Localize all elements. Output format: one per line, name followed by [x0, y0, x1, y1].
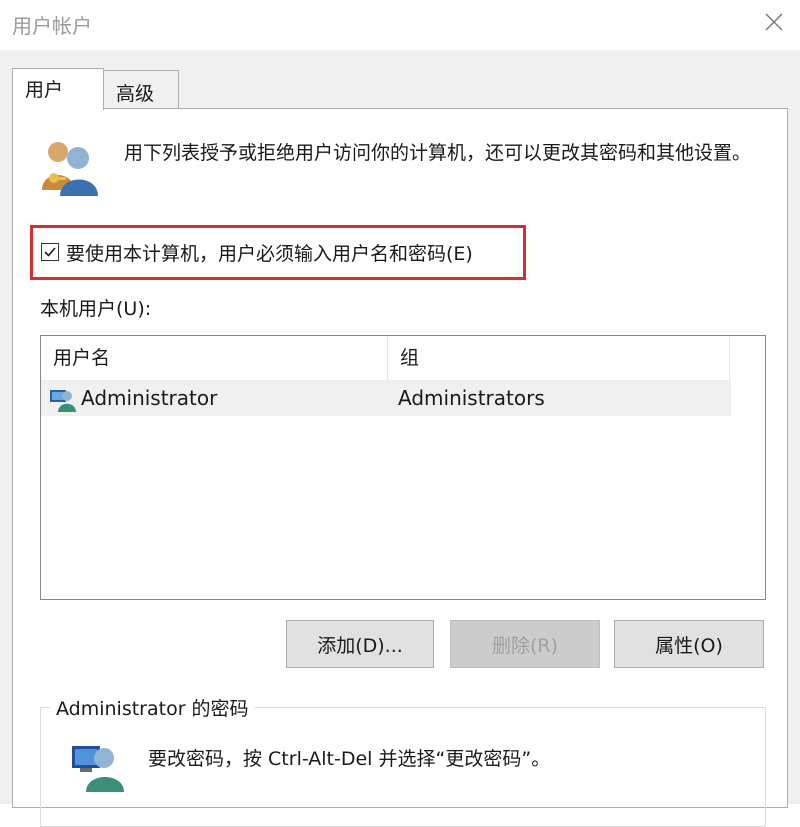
description-text: 用下列表授予或拒绝用户访问你的计算机，还可以更改其密码和其他设置。	[124, 142, 752, 164]
column-header-username[interactable]: 用户名	[53, 336, 383, 380]
add-button[interactable]: 添加(D)...	[286, 620, 434, 668]
password-group-title: Administrator 的密码	[50, 694, 255, 721]
require-login-checkbox[interactable]	[41, 243, 59, 261]
row-group: Administrators	[398, 386, 545, 410]
require-login-label[interactable]: 要使用本计算机，用户必须输入用户名和密码(E)	[66, 239, 473, 266]
close-icon	[765, 13, 783, 31]
checkmark-icon	[44, 247, 56, 257]
column-header-group[interactable]: 组	[387, 336, 727, 380]
row-username: Administrator	[81, 386, 218, 410]
tab-advanced-label: 高级	[116, 83, 155, 105]
user-icon	[49, 386, 77, 416]
password-instruction: 要改密码，按 Ctrl-Alt-Del 并选择“更改密码”。	[148, 748, 551, 770]
column-divider	[729, 336, 730, 380]
remove-button[interactable]: 删除(R)	[450, 620, 600, 668]
title-bar: 用户帐户	[0, 0, 800, 50]
users-list[interactable]: 用户名 组 Administrator Administrators	[40, 335, 766, 600]
user-password-icon	[70, 738, 128, 796]
tab-users-label: 用户	[25, 79, 64, 101]
local-users-label: 本机用户(U):	[40, 298, 152, 320]
tab-advanced[interactable]: 高级	[103, 70, 179, 108]
close-button[interactable]	[754, 4, 794, 40]
properties-button[interactable]: 属性(O)	[614, 620, 764, 668]
users-icon	[36, 138, 100, 200]
window-title: 用户帐户	[12, 14, 92, 38]
list-header: 用户名 组	[41, 336, 731, 381]
tab-users[interactable]: 用户	[12, 68, 104, 110]
table-row[interactable]: Administrator Administrators	[41, 380, 731, 416]
